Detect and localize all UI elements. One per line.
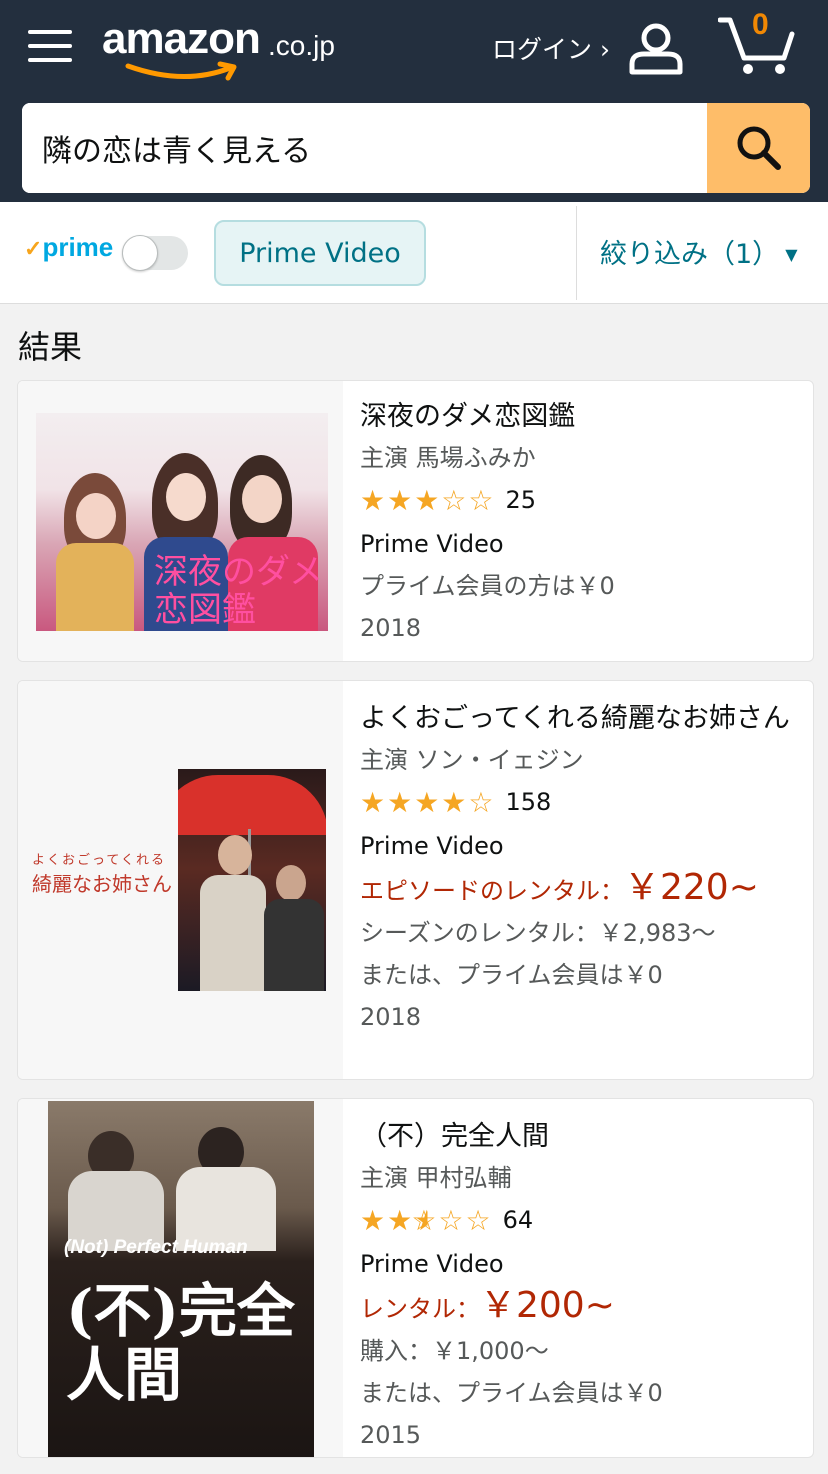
poster-title: (不)完全人間 — [66, 1277, 295, 1409]
result-card[interactable]: 深夜のダメ恋図鑑 深夜のダメ恋図鑑 主演 馬場ふみか ★★★☆☆ 25 Prim… — [17, 380, 814, 662]
result-format: Prime Video — [360, 530, 504, 558]
star-rating-icon: ★★★☆☆ — [360, 483, 496, 517]
result-info: 深夜のダメ恋図鑑 主演 馬場ふみか ★★★☆☆ 25 Prime Video プ… — [360, 395, 803, 649]
star-rating-icon: ★★★★☆ — [360, 785, 496, 819]
logo-tld: .co.jp — [268, 30, 335, 61]
result-card[interactable]: よくおごってくれる 綺麗なお姉さん よくおごってくれる綺麗なお姉さん 主演 ソン… — [17, 680, 814, 1080]
result-thumbnail[interactable]: (Not) Perfect Human (不)完全人間 — [18, 1099, 343, 1457]
poster-subtitle: よくおごってくれる — [32, 853, 166, 868]
prime-label: prime — [42, 232, 114, 262]
result-thumbnail[interactable]: よくおごってくれる 綺麗なお姉さん — [18, 681, 343, 1079]
result-rating[interactable]: ★★★☆☆☆ 64 — [360, 1197, 803, 1243]
search-input[interactable] — [22, 103, 706, 193]
price-line: 購入：￥1,000～ — [360, 1337, 549, 1365]
search-icon — [737, 126, 781, 170]
result-title[interactable]: よくおごってくれる綺麗なお姉さん — [360, 697, 803, 741]
result-title[interactable]: （不）完全人間 — [360, 1115, 803, 1159]
filter-bar: ✓prime Prime Video 絞り込み（1） ▼ — [0, 202, 828, 304]
result-format: Prime Video — [360, 1250, 504, 1278]
user-icon[interactable] — [628, 22, 684, 76]
poster-image: (Not) Perfect Human (不)完全人間 — [48, 1101, 314, 1457]
result-card[interactable]: (Not) Perfect Human (不)完全人間 （不）完全人間 主演 甲… — [17, 1098, 814, 1458]
chevron-down-icon: ▼ — [785, 245, 798, 264]
price-line: プライム会員の方は￥0 — [360, 572, 615, 600]
result-info: （不）完全人間 主演 甲村弘輔 ★★★☆☆☆ 64 Prime Video レン… — [360, 1115, 803, 1456]
poster-title: 深夜のダメ恋図鑑 — [154, 552, 323, 630]
result-year: 2018 — [360, 614, 422, 642]
rental-price-line: レンタル：￥200~ — [360, 1285, 803, 1330]
poster-left-text: よくおごってくれる 綺麗なお姉さん — [32, 849, 178, 909]
result-info: よくおごってくれる綺麗なお姉さん 主演 ソン・イェジン ★★★★☆ 158 Pr… — [360, 697, 803, 1038]
poster-image: 深夜のダメ恋図鑑 — [36, 413, 328, 631]
result-rating[interactable]: ★★★☆☆ 25 — [360, 477, 803, 523]
prime-video-filter-chip[interactable]: Prime Video — [214, 220, 426, 286]
result-thumbnail[interactable]: 深夜のダメ恋図鑑 — [18, 381, 343, 661]
rental-label: エピソードのレンタル： — [360, 877, 624, 905]
result-starring: 主演 馬場ふみか — [360, 444, 536, 472]
rental-price: ￥220~ — [624, 867, 759, 908]
price-line: または、プライム会員は￥0 — [360, 1379, 663, 1407]
result-rating[interactable]: ★★★★☆ 158 — [360, 779, 803, 825]
refine-label: 絞り込み（1） — [600, 239, 780, 270]
result-year: 2018 — [360, 1003, 422, 1031]
prime-check-icon: ✓ — [24, 236, 43, 261]
rating-count[interactable]: 25 — [506, 486, 537, 514]
filter-divider — [576, 206, 577, 300]
star-rating-icon: ★★★☆☆☆ — [360, 1203, 493, 1237]
menu-icon[interactable] — [28, 26, 72, 66]
refine-button[interactable]: 絞り込み（1） ▼ — [600, 232, 798, 271]
logo-word: amazon — [102, 14, 261, 63]
top-header: amazon .co.jp ログイン › 0 — [0, 0, 828, 202]
result-title[interactable]: 深夜のダメ恋図鑑 — [360, 395, 803, 439]
search-bar — [22, 103, 810, 193]
rating-count[interactable]: 64 — [503, 1206, 534, 1234]
price-line: シーズンのレンタル：￥2,983～ — [360, 919, 716, 947]
rental-label: レンタル： — [360, 1295, 480, 1323]
prime-toggle[interactable] — [122, 235, 188, 271]
result-starring: 主演 ソン・イェジン — [360, 746, 584, 774]
results-heading: 結果 — [18, 328, 83, 366]
prime-logo: ✓prime — [24, 232, 113, 263]
rental-price-line: エピソードのレンタル：￥220~ — [360, 867, 803, 912]
rating-count[interactable]: 158 — [506, 788, 552, 816]
cart-count: 0 — [752, 8, 769, 41]
poster-image — [178, 769, 326, 991]
login-link[interactable]: ログイン › — [492, 30, 610, 66]
search-button[interactable] — [707, 103, 810, 193]
result-format: Prime Video — [360, 832, 504, 860]
price-line: または、プライム会員は￥0 — [360, 961, 663, 989]
result-starring: 主演 甲村弘輔 — [360, 1164, 512, 1192]
poster-subtitle: (Not) Perfect Human — [64, 1237, 248, 1258]
result-year: 2015 — [360, 1421, 422, 1449]
amazon-logo[interactable]: amazon .co.jp — [102, 14, 362, 81]
toggle-knob — [122, 235, 158, 271]
smile-arrow-icon — [125, 61, 237, 81]
poster-title: 綺麗なお姉さん — [32, 872, 172, 896]
rental-price: ￥200~ — [480, 1285, 615, 1326]
